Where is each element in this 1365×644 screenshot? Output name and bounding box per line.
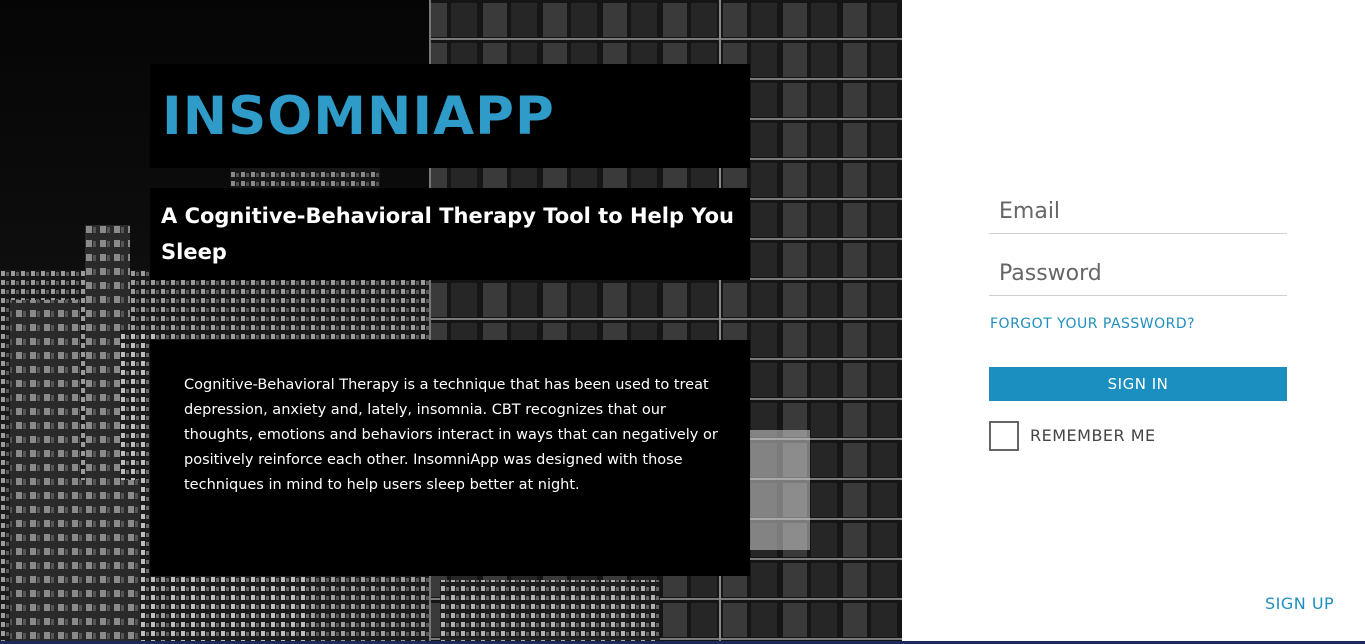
app-root: INSOMNIAPP A Cognitive-Behavioral Therap… — [0, 0, 1365, 644]
remember-me-checkbox[interactable] — [989, 421, 1019, 451]
remember-me-label: REMEMBER ME — [1030, 426, 1156, 445]
sign-up-link[interactable]: SIGN UP — [1265, 594, 1334, 613]
email-field[interactable] — [989, 190, 1287, 234]
app-title: INSOMNIAPP — [162, 86, 555, 147]
login-panel: FORGOT YOUR PASSWORD? SIGN IN REMEMBER M… — [902, 0, 1365, 644]
password-field[interactable] — [989, 252, 1287, 296]
tagline: A Cognitive-Behavioral Therapy Tool to H… — [161, 204, 734, 264]
hero-panel: INSOMNIAPP A Cognitive-Behavioral Therap… — [0, 0, 902, 644]
forgot-password-link[interactable]: FORGOT YOUR PASSWORD? — [990, 316, 1195, 332]
description-text: Cognitive-Behavioral Therapy is a techni… — [184, 377, 718, 493]
sign-in-button[interactable]: SIGN IN — [989, 367, 1287, 401]
